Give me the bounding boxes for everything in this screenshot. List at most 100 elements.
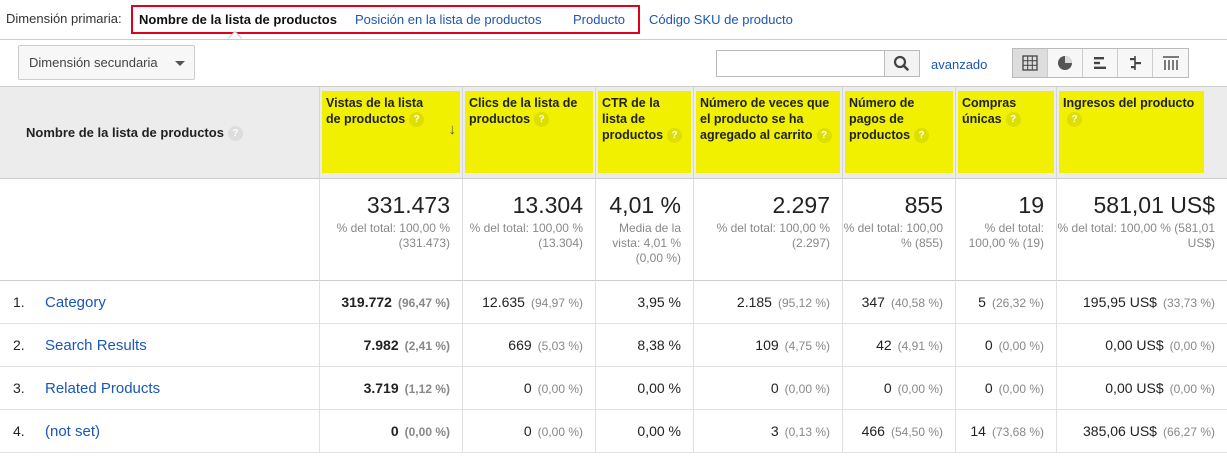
cell-value: 0 bbox=[523, 423, 532, 439]
cell-percentage: (73,68 %) bbox=[991, 425, 1044, 439]
help-icon[interactable]: ? bbox=[667, 128, 683, 144]
cell-percentage: (0,00 %) bbox=[1169, 339, 1215, 353]
secondary-dimension-dropdown[interactable]: Dimensión secundaria bbox=[18, 45, 195, 80]
row-list-name-link[interactable]: (not set) bbox=[45, 423, 100, 440]
secondary-dimension-label: Dimensión secundaria bbox=[29, 55, 158, 70]
sort-descending-icon: ↓ bbox=[448, 121, 457, 138]
total-checkouts: 855 % del total: 100,00 % (855) bbox=[842, 179, 955, 281]
row-list-name-link[interactable]: Category bbox=[45, 294, 106, 311]
row-cell: 0 (0,00 %) bbox=[693, 367, 842, 410]
cell-value: 12.635 bbox=[482, 294, 525, 310]
total-add-to-cart: 2.297 % del total: 100,00 % (2.297) bbox=[693, 179, 842, 281]
row-cell: 385,06 US$ (66,27 %) bbox=[1056, 410, 1227, 453]
header-list-name[interactable]: Nombre de la lista de productos? bbox=[0, 87, 319, 179]
cell-percentage: (0,00 %) bbox=[1169, 382, 1215, 396]
cell-percentage: (26,32 %) bbox=[991, 296, 1044, 310]
help-icon[interactable]: ? bbox=[1067, 112, 1082, 128]
row-cell: 0 (0,00 %) bbox=[955, 367, 1056, 410]
header-unique-purchases[interactable]: Compras únicas? bbox=[955, 87, 1056, 179]
dimension-option-sku[interactable]: Código SKU de producto bbox=[649, 12, 793, 27]
total-unique-purchases: 19 % del total: 100,00 % (19) bbox=[955, 179, 1056, 281]
row-cell: 0 (0,00 %) bbox=[319, 410, 462, 453]
comparison-view-button[interactable] bbox=[1118, 49, 1153, 77]
cell-value: 2.185 bbox=[736, 294, 772, 310]
totals-spacer bbox=[0, 179, 319, 281]
performance-view-button[interactable] bbox=[1083, 49, 1118, 77]
cell-value: 319.772 bbox=[341, 294, 392, 310]
total-value: 13.304 bbox=[512, 192, 583, 218]
table-header-row: Nombre de la lista de productos? Vistas … bbox=[0, 87, 1227, 179]
table-body: 1. Category 319.772 (96,47 %) 12.635 (94,97 %… bbox=[0, 281, 1227, 453]
row-cell: 3,95 % bbox=[595, 281, 693, 324]
primary-dimension-label: Dimensión primaria: bbox=[6, 11, 122, 26]
cell-percentage: (66,27 %) bbox=[1162, 425, 1215, 439]
header-product-revenue[interactable]: Ingresos del producto? bbox=[1056, 87, 1206, 179]
row-number: 3. bbox=[13, 380, 25, 396]
total-subtext: Media de la vista: 4,01 % (0,00 %) bbox=[612, 221, 681, 265]
row-cell: 42 (4,91 %) bbox=[842, 324, 955, 367]
totals-row: 331.473 % del total: 100,00 % (331.473) … bbox=[0, 179, 1227, 281]
row-cell: 3 (0,13 %) bbox=[693, 410, 842, 453]
help-icon[interactable]: ? bbox=[534, 112, 550, 128]
cell-percentage: (40,58 %) bbox=[890, 296, 943, 310]
total-value: 331.473 bbox=[366, 192, 450, 218]
header-list-views[interactable]: Vistas de la lista de productos? ↓ bbox=[319, 87, 462, 179]
total-list-views: 331.473 % del total: 100,00 % (331.473) bbox=[319, 179, 462, 281]
row-list-name-link[interactable]: Search Results bbox=[45, 337, 147, 354]
row-cell: 0,00 % bbox=[595, 367, 693, 410]
pivot-view-button[interactable] bbox=[1153, 49, 1188, 77]
cell-percentage: (33,73 %) bbox=[1162, 296, 1215, 310]
header-checkouts[interactable]: Número de pagos de productos? bbox=[842, 87, 955, 179]
cell-value: 466 bbox=[861, 423, 885, 439]
cell-value: 3.719 bbox=[363, 380, 399, 396]
dimension-option-product[interactable]: Producto bbox=[573, 12, 625, 27]
header-add-to-cart-label: Número de veces que el producto se ha ag… bbox=[700, 96, 830, 142]
header-list-ctr[interactable]: CTR de la lista de productos? bbox=[595, 87, 693, 179]
pie-view-button[interactable] bbox=[1048, 49, 1083, 77]
help-icon[interactable]: ? bbox=[1005, 112, 1021, 128]
row-cell: 347 (40,58 %) bbox=[842, 281, 955, 324]
help-icon[interactable]: ? bbox=[816, 128, 832, 144]
cell-value: 347 bbox=[861, 294, 885, 310]
row-list-name-link[interactable]: Related Products bbox=[45, 380, 160, 397]
header-list-clicks[interactable]: Clics de la lista de productos? bbox=[462, 87, 595, 179]
cell-percentage: (4,91 %) bbox=[897, 339, 943, 353]
data-table: Nombre de la lista de productos? Vistas … bbox=[0, 86, 1227, 453]
table-search-input[interactable] bbox=[716, 50, 886, 77]
table-view-icon bbox=[1022, 55, 1038, 71]
cell-value: 195,95 US$ bbox=[1083, 294, 1157, 310]
table-row: 4. (not set) 0 (0,00 %) 0 (0,00 %) 0,00 % 3 (0,1… bbox=[0, 410, 1227, 453]
help-icon[interactable]: ? bbox=[914, 128, 930, 144]
row-cell: 0,00 US$ (0,00 %) bbox=[1056, 324, 1227, 367]
cell-value: 5 bbox=[978, 294, 986, 310]
pie-view-icon bbox=[1058, 56, 1072, 70]
cell-value: 14 bbox=[970, 423, 986, 439]
help-icon[interactable]: ? bbox=[227, 126, 243, 142]
pivot-view-icon bbox=[1162, 56, 1179, 70]
cell-value: 0 bbox=[523, 380, 532, 396]
cell-percentage: (94,97 %) bbox=[530, 296, 583, 310]
advanced-filter-link[interactable]: avanzado bbox=[931, 57, 987, 72]
total-subtext: % del total: 100,00 % (331.473) bbox=[336, 221, 450, 250]
dimension-option-list-position[interactable]: Posición en la lista de productos bbox=[355, 12, 541, 27]
total-subtext: % del total: 100,00 % (581,01 US$) bbox=[1057, 221, 1215, 250]
header-list-ctr-label: CTR de la lista de productos bbox=[602, 96, 664, 142]
row-cell: 8,38 % bbox=[595, 324, 693, 367]
total-list-ctr: 4,01 % Media de la vista: 4,01 % (0,00 %… bbox=[595, 179, 693, 281]
row-cell: 7.982 (2,41 %) bbox=[319, 324, 462, 367]
cell-percentage: (5,03 %) bbox=[537, 339, 583, 353]
total-product-revenue: 581,01 US$ % del total: 100,00 % (581,01… bbox=[1056, 179, 1227, 281]
table-view-button[interactable] bbox=[1013, 49, 1048, 77]
row-number: 4. bbox=[13, 423, 25, 439]
total-value: 19 bbox=[1018, 192, 1044, 218]
help-icon[interactable]: ? bbox=[409, 112, 425, 128]
total-subtext: % del total: 100,00 % (855) bbox=[843, 221, 943, 250]
header-checkouts-label: Número de pagos de productos bbox=[849, 96, 915, 142]
total-value: 4,01 % bbox=[609, 192, 681, 218]
cell-value: 0,00 US$ bbox=[1105, 337, 1164, 353]
dimension-option-list-name[interactable]: Nombre de la lista de productos bbox=[139, 12, 337, 27]
header-add-to-cart[interactable]: Número de veces que el producto se ha ag… bbox=[693, 87, 842, 179]
search-button[interactable] bbox=[884, 50, 920, 77]
cell-value: 0 bbox=[984, 337, 993, 353]
cell-value: 3,95 % bbox=[637, 294, 681, 310]
